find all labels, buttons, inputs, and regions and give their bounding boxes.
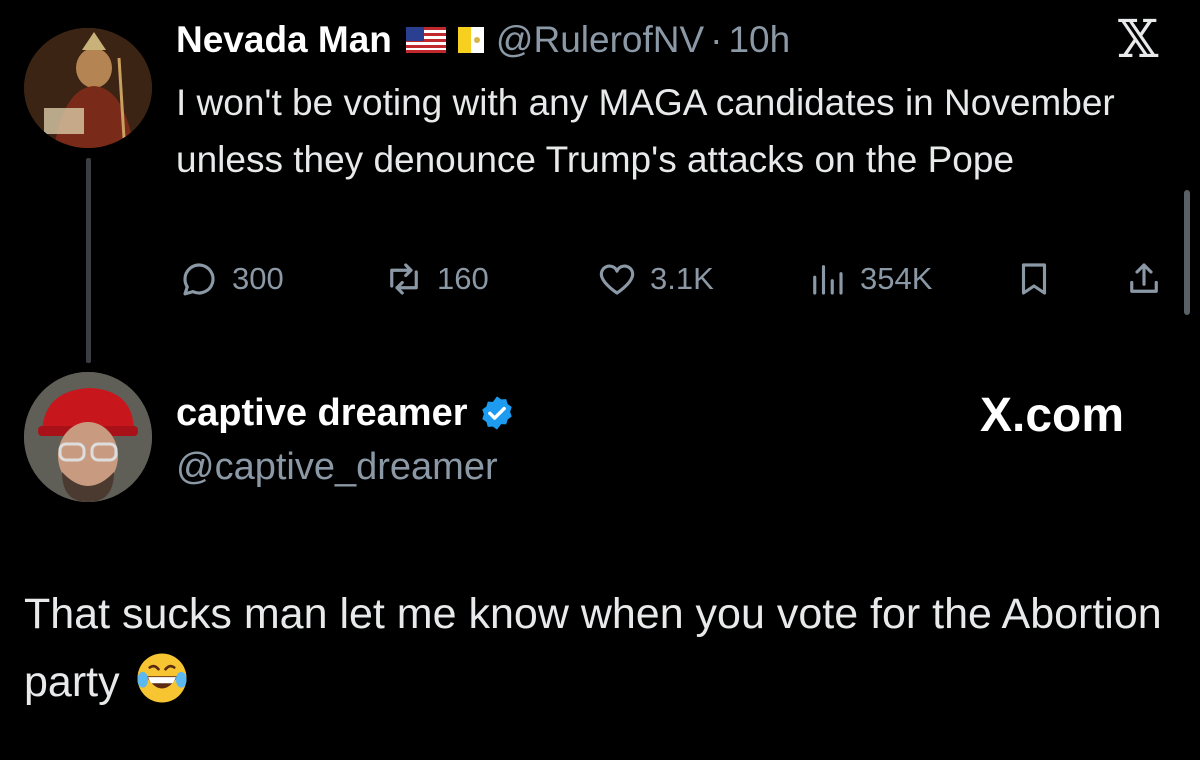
thread-connector-line bbox=[86, 158, 91, 363]
views-button[interactable]: 354K bbox=[806, 257, 932, 301]
vatican-flag-icon bbox=[457, 27, 484, 53]
avatar-captive-dreamer[interactable] bbox=[24, 372, 152, 502]
bookmark-icon bbox=[1021, 263, 1047, 295]
tweet-header: Nevada Man @RulerofNV · 10h bbox=[176, 18, 790, 62]
scrollbar-thumb[interactable] bbox=[1184, 190, 1190, 315]
reply-author-handle[interactable]: @captive_dreamer bbox=[176, 446, 498, 489]
like-button[interactable]: 3.1K bbox=[596, 257, 714, 301]
verified-badge-icon bbox=[481, 396, 512, 430]
tweet-actions: 300 160 3.1K 354K bbox=[178, 257, 1168, 301]
x-logo-icon: 𝕏 bbox=[1118, 10, 1159, 70]
reply-count: 300 bbox=[232, 261, 284, 296]
like-count: 3.1K bbox=[650, 261, 714, 296]
like-icon bbox=[599, 264, 635, 295]
reply-icon bbox=[183, 263, 215, 296]
tweet-text: I won't be voting with any MAGA candidat… bbox=[176, 82, 1115, 180]
avatar-photo-image bbox=[24, 372, 152, 502]
reply-button[interactable]: 300 bbox=[178, 257, 284, 301]
reply-text-content: That sucks man let me know when you vote… bbox=[24, 590, 1162, 706]
us-flag-icon bbox=[405, 27, 446, 53]
views-icon bbox=[813, 265, 843, 295]
author-handle[interactable]: @RulerofNV bbox=[496, 19, 704, 61]
author-name[interactable]: Nevada Man bbox=[176, 19, 392, 61]
reply-text: That sucks man let me know when you vote… bbox=[24, 580, 1184, 716]
avatar-painting-image bbox=[24, 28, 152, 148]
share-button[interactable] bbox=[1123, 257, 1165, 301]
bookmark-button[interactable] bbox=[1013, 257, 1055, 301]
reply-card-header: captive dreamer bbox=[176, 390, 516, 436]
avatar-nevada-man[interactable] bbox=[24, 28, 152, 148]
repost-count: 160 bbox=[437, 261, 489, 296]
share-icon bbox=[1130, 263, 1158, 293]
tweet-time[interactable]: 10h bbox=[728, 19, 790, 61]
laughing-emoji-icon bbox=[137, 653, 187, 703]
x-com-brand: X.com bbox=[980, 389, 1125, 442]
repost-button[interactable]: 160 bbox=[383, 257, 489, 301]
separator-dot: · bbox=[710, 19, 723, 60]
reply-author-name[interactable]: captive dreamer bbox=[176, 392, 468, 435]
views-count: 354K bbox=[860, 261, 933, 296]
repost-icon bbox=[390, 263, 418, 295]
